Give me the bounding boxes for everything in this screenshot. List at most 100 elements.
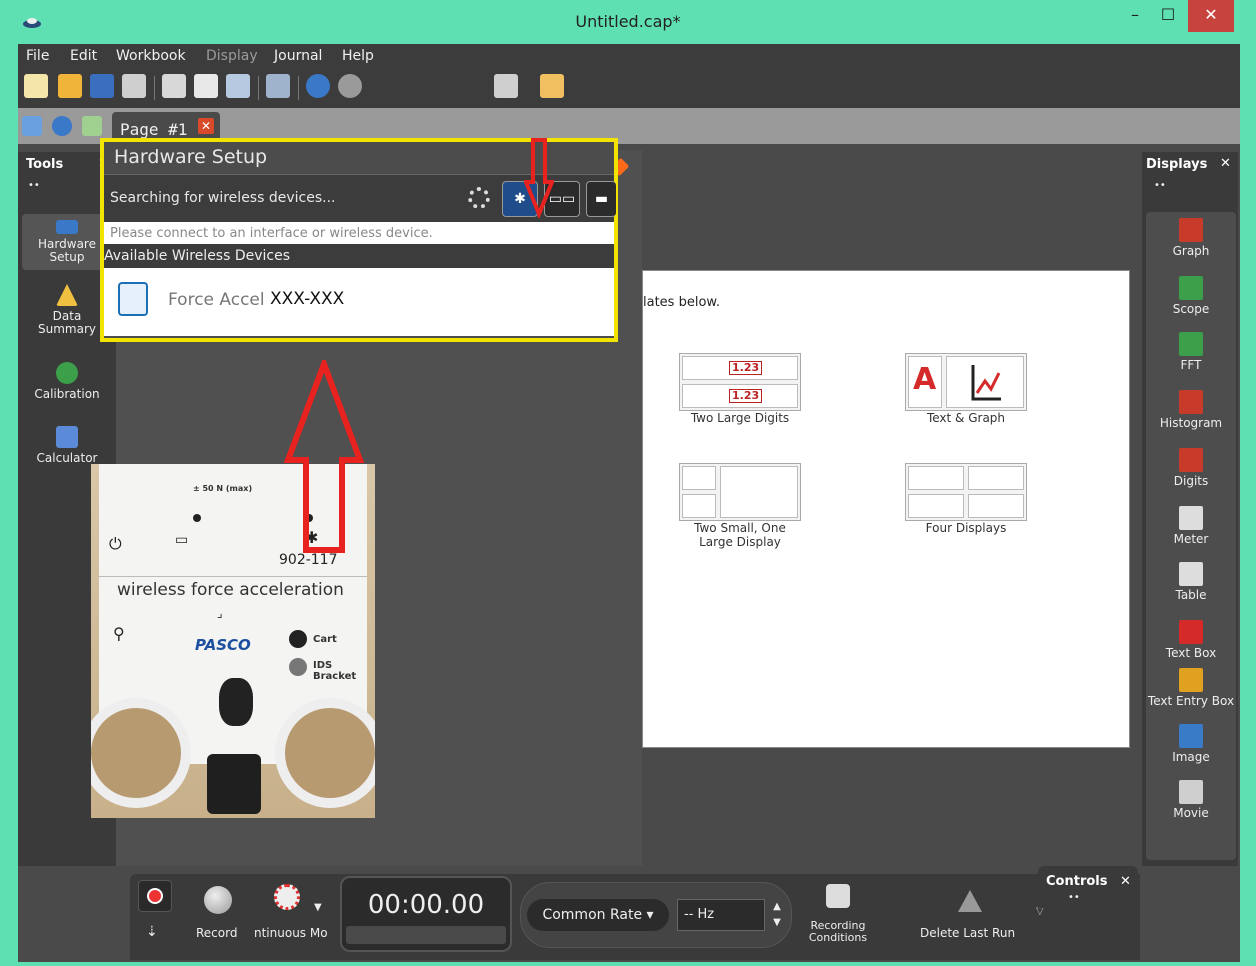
template-preview — [679, 463, 801, 521]
cart-label: Cart — [313, 634, 337, 645]
undo-icon[interactable] — [306, 74, 330, 98]
template-label: Two Small, One Large Display — [694, 521, 786, 549]
calculator-grid-icon[interactable] — [82, 116, 102, 136]
copy-icon[interactable] — [194, 74, 218, 98]
timer-display: 00:00.00 — [340, 876, 512, 952]
record-icon[interactable] — [204, 886, 232, 914]
delete-last-run-label[interactable]: Delete Last Run — [920, 926, 1015, 940]
wireless-list-header: Available Wireless Devices — [104, 244, 614, 268]
template-text-graph[interactable]: A Text & Graph — [905, 353, 1027, 425]
menu-workbook[interactable]: Workbook — [116, 48, 186, 64]
close-window-button[interactable]: ✕ — [1188, 0, 1234, 32]
recording-conditions-label[interactable]: Recording Conditions — [802, 920, 874, 944]
delete-last-run-icon[interactable] — [958, 890, 982, 912]
display-scope[interactable]: Scope — [1146, 276, 1236, 316]
title-bar: Untitled.cap* – ☐ ✕ — [0, 0, 1256, 44]
paste-icon[interactable] — [226, 74, 250, 98]
tools-title: Tools — [26, 157, 64, 172]
chevron-down-icon[interactable]: ▼ — [314, 902, 322, 913]
template-two-large-digits[interactable]: 1.23 1.23 Two Large Digits — [679, 353, 801, 425]
up-arrow-annotation — [284, 360, 364, 553]
cut-icon[interactable] — [162, 74, 186, 98]
template-four-displays[interactable]: Four Displays — [905, 463, 1027, 535]
mini-display — [968, 494, 1024, 518]
thumb-screw — [207, 754, 261, 814]
menu-journal[interactable]: Journal — [274, 48, 322, 64]
new-file-icon[interactable] — [24, 74, 48, 98]
minimize-button[interactable]: – — [1120, 0, 1150, 32]
sample-rate-field[interactable]: -- Hz — [677, 899, 765, 931]
cart-hole — [289, 630, 307, 648]
display-fft[interactable]: FFT — [1146, 332, 1236, 372]
menu-display[interactable]: Display — [206, 48, 258, 64]
display-graph[interactable]: Graph — [1146, 218, 1236, 258]
battery-icon: ▭ — [175, 532, 189, 548]
camera-icon[interactable] — [494, 74, 518, 98]
gear-icon[interactable] — [52, 116, 72, 136]
display-text-entry-box[interactable]: Text Entry Box — [1146, 668, 1236, 708]
led-icon — [193, 514, 201, 522]
display-table[interactable]: Table — [1146, 562, 1236, 602]
panel-dots-icon[interactable]: •• — [28, 180, 40, 191]
controls-bar: ⇣ Record ▼ ntinuous Mo 00:00.00 Common R… — [130, 874, 1140, 960]
open-folder-icon[interactable] — [58, 74, 82, 98]
digits-icon — [1179, 448, 1203, 472]
menu-edit[interactable]: Edit — [70, 48, 97, 64]
menu-help[interactable]: Help — [342, 48, 374, 64]
maximize-button[interactable]: ☐ — [1152, 0, 1184, 32]
tool-label: Calculator — [36, 451, 98, 465]
display-histogram[interactable]: Histogram — [1146, 390, 1236, 430]
hardware-setup-title: Hardware Setup — [114, 146, 268, 168]
print-icon[interactable] — [122, 74, 146, 98]
save-icon[interactable] — [90, 74, 114, 98]
display-image[interactable]: Image — [1146, 724, 1236, 764]
down-arrow-annotation — [524, 138, 554, 218]
keep-icon[interactable]: ⇣ — [146, 924, 158, 940]
device-name: Force Accel — [168, 290, 265, 310]
display-movie[interactable]: Movie — [1146, 780, 1236, 820]
rate-stepper[interactable]: ▲ ▼ — [769, 899, 785, 931]
usb-icon: ⚲ — [113, 624, 125, 643]
display-meter[interactable]: Meter — [1146, 506, 1236, 546]
wireless-device-item[interactable]: Force Accel XXX-XXX — [104, 268, 614, 336]
layout-icon[interactable] — [540, 74, 564, 98]
divider — [99, 576, 367, 577]
controls-close-icon[interactable]: ✕ — [1120, 874, 1131, 889]
displays-close-icon[interactable]: ✕ — [1220, 156, 1231, 171]
wired-sensor-button[interactable]: ▬ — [586, 181, 616, 217]
mini-display: 1.23 — [682, 384, 798, 408]
display-text-box[interactable]: Text Box — [1146, 620, 1236, 660]
timer-progress-bar — [346, 926, 506, 944]
tab-close-icon[interactable]: ✕ — [198, 118, 214, 134]
tool-hardware-setup[interactable]: Hardware Setup — [22, 214, 112, 270]
panel-dots-icon[interactable]: •• — [1068, 892, 1080, 903]
text-entry-box-icon — [1179, 668, 1203, 692]
window-icon[interactable] — [22, 116, 42, 136]
menu-file[interactable]: File — [26, 48, 49, 64]
redo-icon[interactable] — [338, 74, 362, 98]
record-mode-button[interactable] — [138, 880, 172, 912]
sensor-device-icon — [118, 282, 148, 316]
display-label: Scope — [1172, 302, 1210, 316]
wireless-list-title: Available Wireless Devices — [104, 248, 291, 264]
template-label: Text & Graph — [926, 411, 1006, 425]
delete-icon[interactable] — [266, 74, 290, 98]
tool-data-summary[interactable]: Data Summary — [22, 284, 112, 336]
common-rate-dropdown[interactable]: Common Rate ▾ — [527, 899, 669, 931]
sensor-ring-left — [91, 698, 191, 808]
spinner-icon — [468, 187, 490, 209]
display-digits[interactable]: Digits — [1146, 448, 1236, 488]
panel-dots-icon[interactable]: •• — [1154, 180, 1166, 191]
tool-calibration[interactable]: Calibration — [22, 362, 112, 401]
display-label: Graph — [1172, 244, 1210, 258]
sensor-brand: PASCO — [195, 636, 251, 654]
wired-sensor-icon: ▬ — [594, 191, 609, 207]
mini-display: 1.23 — [682, 356, 798, 380]
sampling-mode-icon[interactable] — [274, 884, 300, 910]
tool-calculator[interactable]: Calculator — [22, 426, 112, 465]
sampling-mode-label: ntinuous Mo — [254, 926, 328, 940]
template-two-small-one-large[interactable]: Two Small, One Large Display — [679, 463, 801, 549]
mini-display — [946, 356, 1024, 408]
recording-conditions-icon[interactable] — [826, 884, 850, 908]
display-label: Digits — [1173, 474, 1209, 488]
